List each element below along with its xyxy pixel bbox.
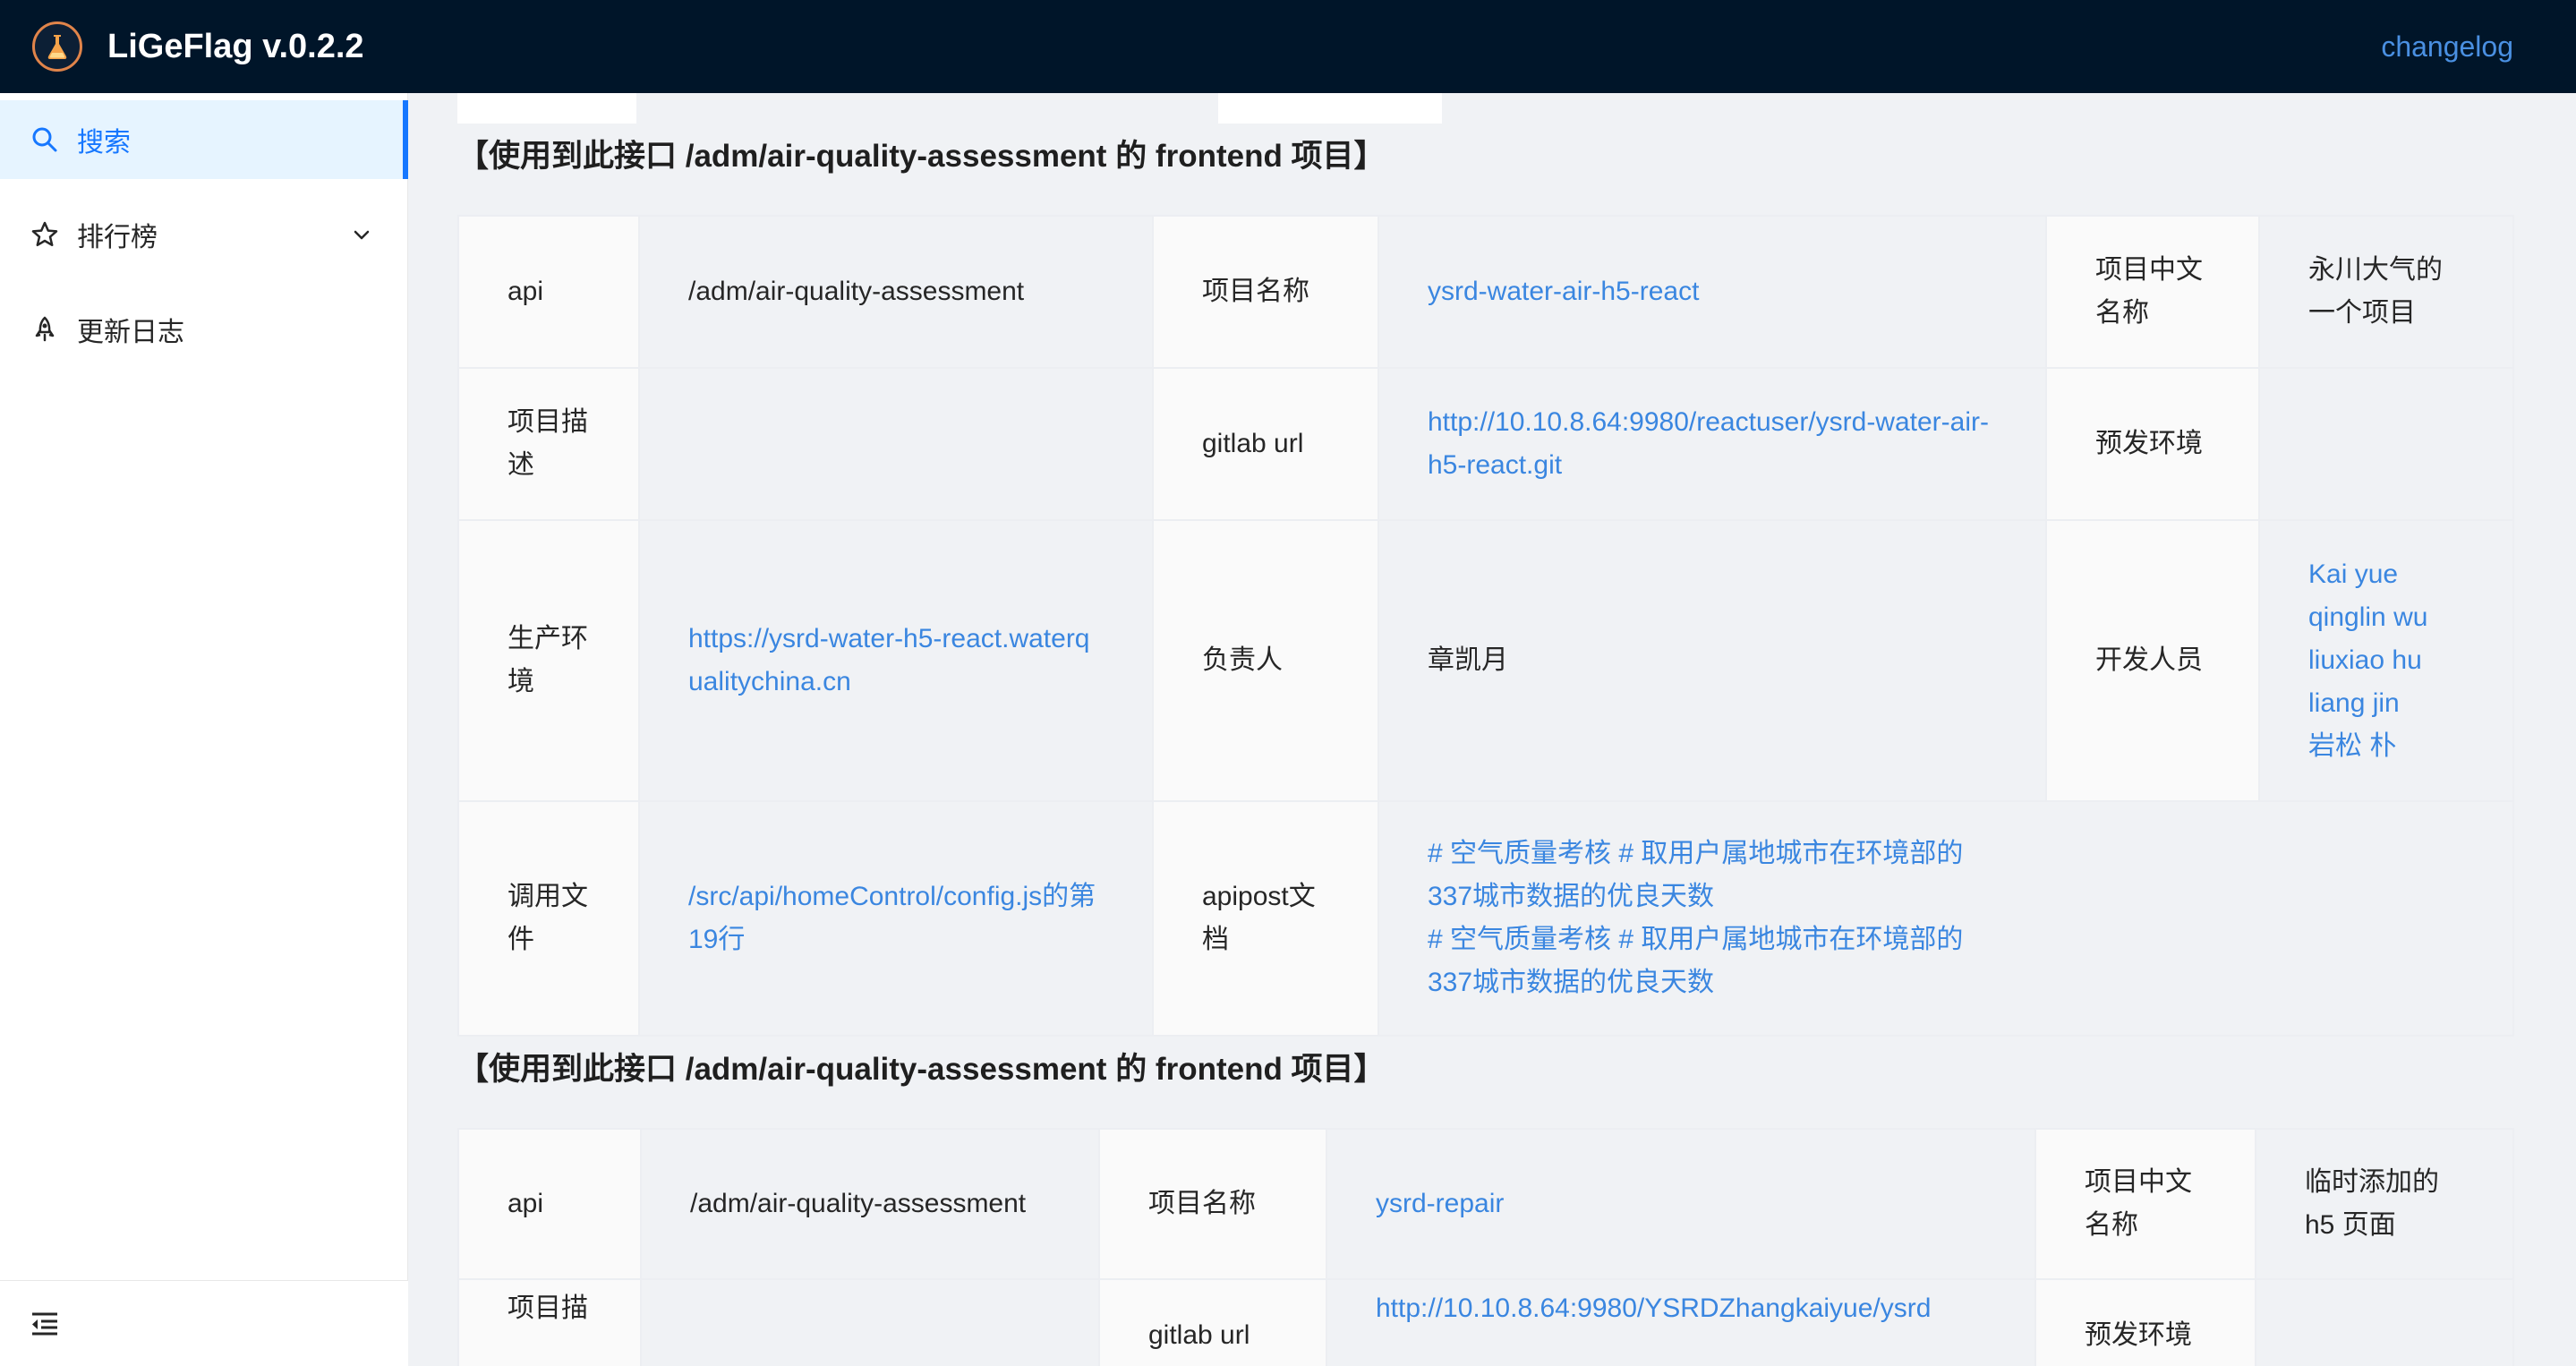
api-value: /adm/air-quality-assessment (640, 1128, 1100, 1280)
project-descriptions-table: api /adm/air-quality-assessment 项目名称 ysr… (457, 1128, 2514, 1366)
api-value: /adm/air-quality-assessment (638, 215, 1154, 369)
field-label: 项目中文名称 (2034, 1128, 2256, 1280)
developer-link[interactable]: 岩松 朴 (2308, 725, 2464, 768)
chevron-down-icon (354, 230, 370, 240)
field-label: apipost文档 (1152, 800, 1379, 1037)
sidebar-item-label: 排行榜 (77, 223, 158, 252)
field-label: 预发环境 (2045, 367, 2260, 521)
developer-link[interactable]: Kai yue (2308, 553, 2464, 596)
rocket-icon (35, 316, 55, 342)
field-label: api (457, 215, 640, 369)
field-label: 开发人员 (2045, 519, 2260, 802)
project-descriptions-table: api /adm/air-quality-assessment 项目名称 ysr… (457, 215, 2514, 1037)
apipost-doc-link[interactable]: # 空气质量考核 # 取用户属地城市在环境部的337城市数据的优良天数 (1428, 918, 1993, 1004)
field-label: gitlab url (1152, 367, 1379, 521)
gitlab-url-link[interactable]: http://10.10.8.64:9980/reactuser/ysrd-wa… (1428, 407, 1989, 480)
developer-link[interactable]: qinglin wu (2308, 596, 2464, 639)
sidebar-item-leaderboard[interactable]: 排行榜 (0, 195, 408, 274)
field-label: 项目名称 (1098, 1128, 1327, 1280)
gitlab-url-link[interactable]: http://10.10.8.64:9980/YSRDZhangkaiyue/y… (1376, 1293, 1931, 1323)
field-label: 项目描述 (457, 367, 640, 521)
field-label: 项目中文名称 (2045, 215, 2260, 369)
star-icon (31, 221, 58, 247)
search-icon (32, 127, 57, 152)
table-cell-fragment (1218, 93, 1442, 124)
flask-logo-icon (32, 21, 82, 72)
field-label: api (457, 1128, 642, 1280)
developer-link[interactable]: liang jin (2308, 682, 2464, 725)
sidebar-footer (0, 1280, 408, 1366)
table-row: 生产环境 https://ysrd-water-h5-react.waterqu… (457, 519, 2514, 802)
changelog-link[interactable]: changelog (2381, 0, 2513, 93)
table-row: 项目描述 gitlab url http://10.10.8.64:9980/r… (457, 367, 2514, 521)
prod-env-link[interactable]: https://ysrd-water-h5-react.waterquality… (688, 624, 1090, 696)
sidebar-item-search[interactable]: 搜索 (0, 100, 408, 179)
field-label: 项目描 (457, 1278, 642, 1366)
table-row: 项目描 gitlab url http://10.10.8.64:9980/YS… (457, 1278, 2514, 1366)
cn-name-value: 永川大气的一个项目 (2258, 215, 2514, 369)
sidebar-item-changelog[interactable]: 更新日志 (0, 290, 408, 369)
sidebar-item-label: 搜索 (77, 128, 131, 158)
section-title: 【使用到此接口 /adm/air-quality-assessment 的 fr… (457, 139, 1386, 174)
owner-value: 章凯月 (1378, 519, 2047, 802)
table-cell-fragment (457, 93, 636, 124)
menu-fold-icon[interactable] (29, 1308, 61, 1340)
sidebar: 搜索 排行榜 更新日志 (0, 93, 408, 1366)
main-content: 【使用到此接口 /adm/air-quality-assessment 的 fr… (409, 93, 2576, 1366)
app-header: LiGeFlag v.0.2.2 changelog (0, 0, 2576, 93)
app-title: LiGeFlag v.0.2.2 (107, 28, 364, 65)
call-file-link[interactable]: /src/api/homeControl/config.js的第19行 (688, 882, 1096, 954)
table-row: api /adm/air-quality-assessment 项目名称 ysr… (457, 215, 2514, 369)
section-title: 【使用到此接口 /adm/air-quality-assessment 的 fr… (457, 1052, 1386, 1087)
desc-value (638, 367, 1154, 521)
apipost-doc-link[interactable]: # 空气质量考核 # 取用户属地城市在环境部的337城市数据的优良天数 (1428, 832, 1993, 918)
table-row: 调用文件 /src/api/homeControl/config.js的第19行… (457, 800, 2514, 1037)
field-label: 项目名称 (1152, 215, 1379, 369)
pre-env-value (2258, 367, 2514, 521)
field-label: 预发环境 (2034, 1278, 2256, 1366)
cn-name-value: 临时添加的h5 页面 (2255, 1128, 2514, 1280)
sidebar-item-label: 更新日志 (77, 318, 184, 347)
developer-link[interactable]: liuxiao hu (2308, 639, 2464, 682)
field-label: 负责人 (1152, 519, 1379, 802)
field-label: 调用文件 (457, 800, 640, 1037)
field-label: gitlab url (1098, 1278, 1327, 1366)
project-name-link[interactable]: ysrd-repair (1376, 1189, 1504, 1218)
field-label: 生产环境 (457, 519, 640, 802)
project-name-link[interactable]: ysrd-water-air-h5-react (1428, 277, 1699, 306)
table-row: api /adm/air-quality-assessment 项目名称 ysr… (457, 1128, 2514, 1280)
